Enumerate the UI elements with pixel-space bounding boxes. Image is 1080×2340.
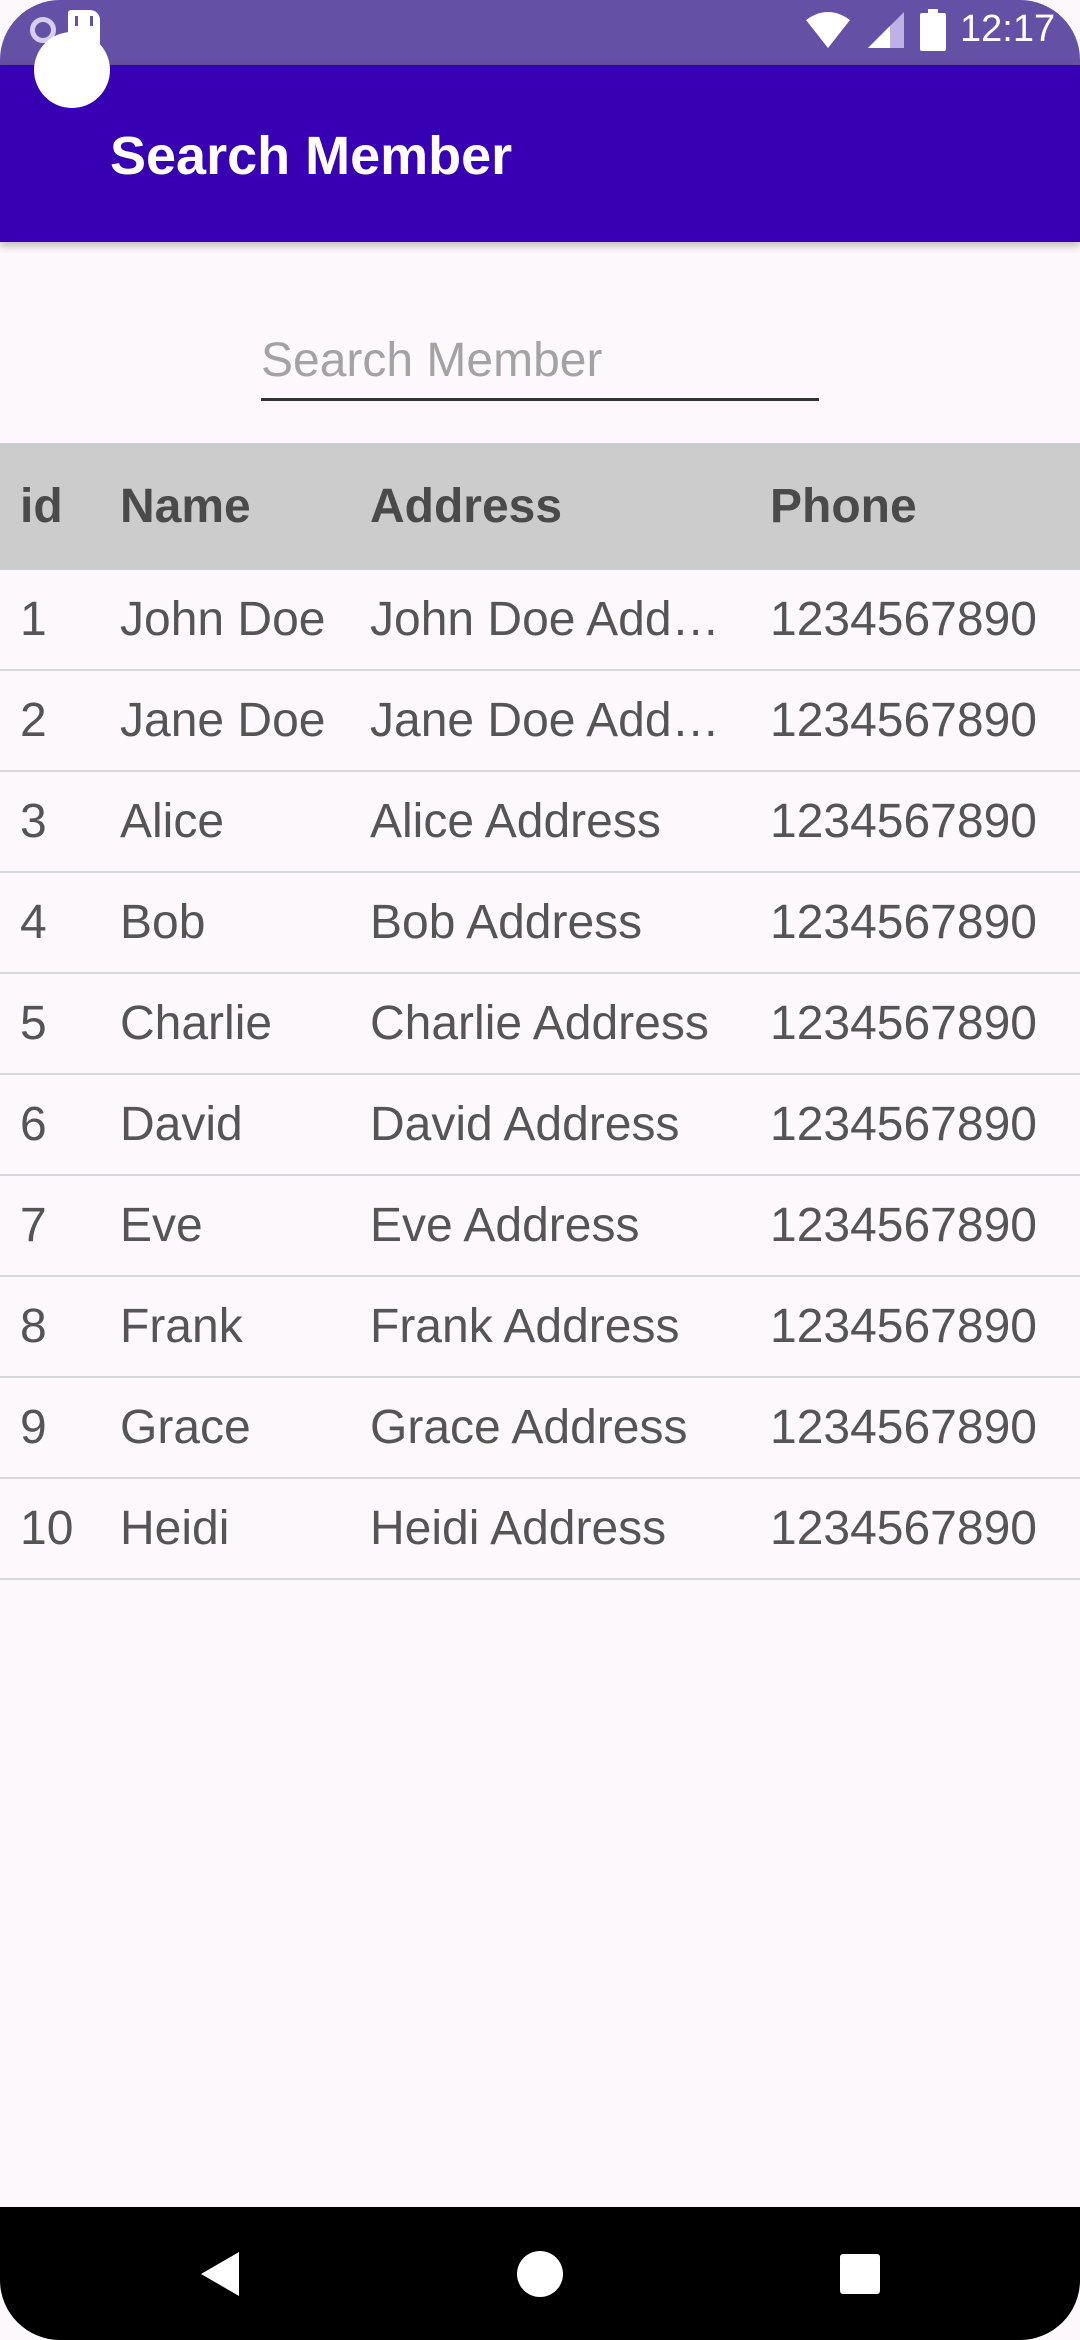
cell-address: Bob Address	[370, 896, 643, 949]
cell-phone: 1234567890	[770, 1300, 1037, 1353]
cell-phone: 1234567890	[770, 694, 1037, 747]
battery-icon	[920, 8, 946, 51]
table-row[interactable]: 5 Charlie Charlie Address 1234567890	[0, 974, 1080, 1075]
device-screen: 12:17 Search Member id Name Address Phon…	[0, 0, 1080, 2340]
cellular-signal-icon	[868, 11, 904, 48]
search-input[interactable]	[261, 322, 819, 401]
cell-id: 7	[20, 1199, 47, 1252]
cell-id: 8	[20, 1300, 47, 1353]
cell-name: Jane Doe	[120, 694, 326, 747]
cell-address: Charlie Address	[370, 997, 709, 1050]
table-row[interactable]: 3 Alice Alice Address 1234567890	[0, 772, 1080, 873]
system-nav-bar	[0, 2207, 1080, 2340]
status-right-icons: 12:17	[804, 8, 1080, 51]
cell-phone: 1234567890	[770, 1199, 1037, 1252]
cell-address: Alice Address	[370, 795, 661, 848]
cell-id: 9	[20, 1401, 47, 1454]
cell-id: 6	[20, 1098, 47, 1151]
back-icon	[201, 2251, 239, 2296]
cell-address: Frank Address	[370, 1300, 680, 1353]
cell-address: Jane Doe Address	[370, 694, 730, 747]
cell-address: Grace Address	[370, 1401, 688, 1454]
cell-name: David	[120, 1098, 243, 1151]
column-header-phone: Phone	[770, 480, 917, 533]
cell-name: Grace	[120, 1401, 251, 1454]
column-header-id: id	[20, 480, 63, 533]
column-header-address: Address	[370, 480, 563, 533]
cell-id: 1	[20, 593, 47, 646]
table-row[interactable]: 7 Eve Eve Address 1234567890	[0, 1176, 1080, 1277]
cell-phone: 1234567890	[770, 1502, 1037, 1555]
table-row[interactable]: 10 Heidi Heidi Address 1234567890	[0, 1479, 1080, 1580]
cell-id: 10	[20, 1502, 74, 1555]
home-button[interactable]	[480, 2207, 600, 2340]
members-table: id Name Address Phone 1 John Doe John Do…	[0, 443, 1080, 1580]
cell-phone: 1234567890	[770, 795, 1037, 848]
status-time: 12:17	[960, 8, 1056, 50]
table-row[interactable]: 1 John Doe John Doe Address 1234567890	[0, 570, 1080, 671]
column-header-name: Name	[120, 480, 251, 533]
table-row[interactable]: 6 David David Address 1234567890	[0, 1075, 1080, 1176]
table-header: id Name Address Phone	[0, 443, 1080, 570]
wifi-icon	[806, 11, 850, 48]
cell-phone: 1234567890	[770, 1401, 1037, 1454]
cell-phone: 1234567890	[770, 1098, 1037, 1151]
cell-name: Charlie	[120, 997, 273, 1050]
cell-name: Bob	[120, 896, 206, 949]
cell-id: 4	[20, 896, 47, 949]
cell-name: Frank	[120, 1300, 243, 1353]
table-row[interactable]: 9 Grace Grace Address 1234567890	[0, 1378, 1080, 1479]
table-row[interactable]: 2 Jane Doe Jane Doe Address 1234567890	[0, 671, 1080, 772]
cell-address: Eve Address	[370, 1199, 640, 1252]
cell-name: Eve	[120, 1199, 203, 1252]
cell-address: Heidi Address	[370, 1502, 667, 1555]
table-row[interactable]: 4 Bob Bob Address 1234567890	[0, 873, 1080, 974]
cell-name: John Doe	[120, 593, 326, 646]
cell-id: 3	[20, 795, 47, 848]
app-bar: Search Member	[0, 65, 1080, 242]
cell-id: 2	[20, 694, 47, 747]
floating-touch-indicator	[34, 32, 110, 108]
cell-address: David Address	[370, 1098, 680, 1151]
table-row[interactable]: 8 Frank Frank Address 1234567890	[0, 1277, 1080, 1378]
recents-button[interactable]	[800, 2207, 920, 2340]
home-icon	[517, 2250, 563, 2297]
cell-id: 5	[20, 997, 47, 1050]
page-title: Search Member	[110, 126, 513, 186]
cell-address: John Doe Address	[370, 593, 730, 646]
status-bar: 12:17	[0, 0, 1080, 65]
back-button[interactable]	[160, 2207, 280, 2340]
cell-name: Alice	[120, 795, 225, 848]
cell-phone: 1234567890	[770, 997, 1037, 1050]
cell-phone: 1234567890	[770, 896, 1037, 949]
recents-icon	[840, 2253, 880, 2294]
cell-name: Heidi	[120, 1502, 230, 1555]
cell-phone: 1234567890	[770, 593, 1037, 646]
